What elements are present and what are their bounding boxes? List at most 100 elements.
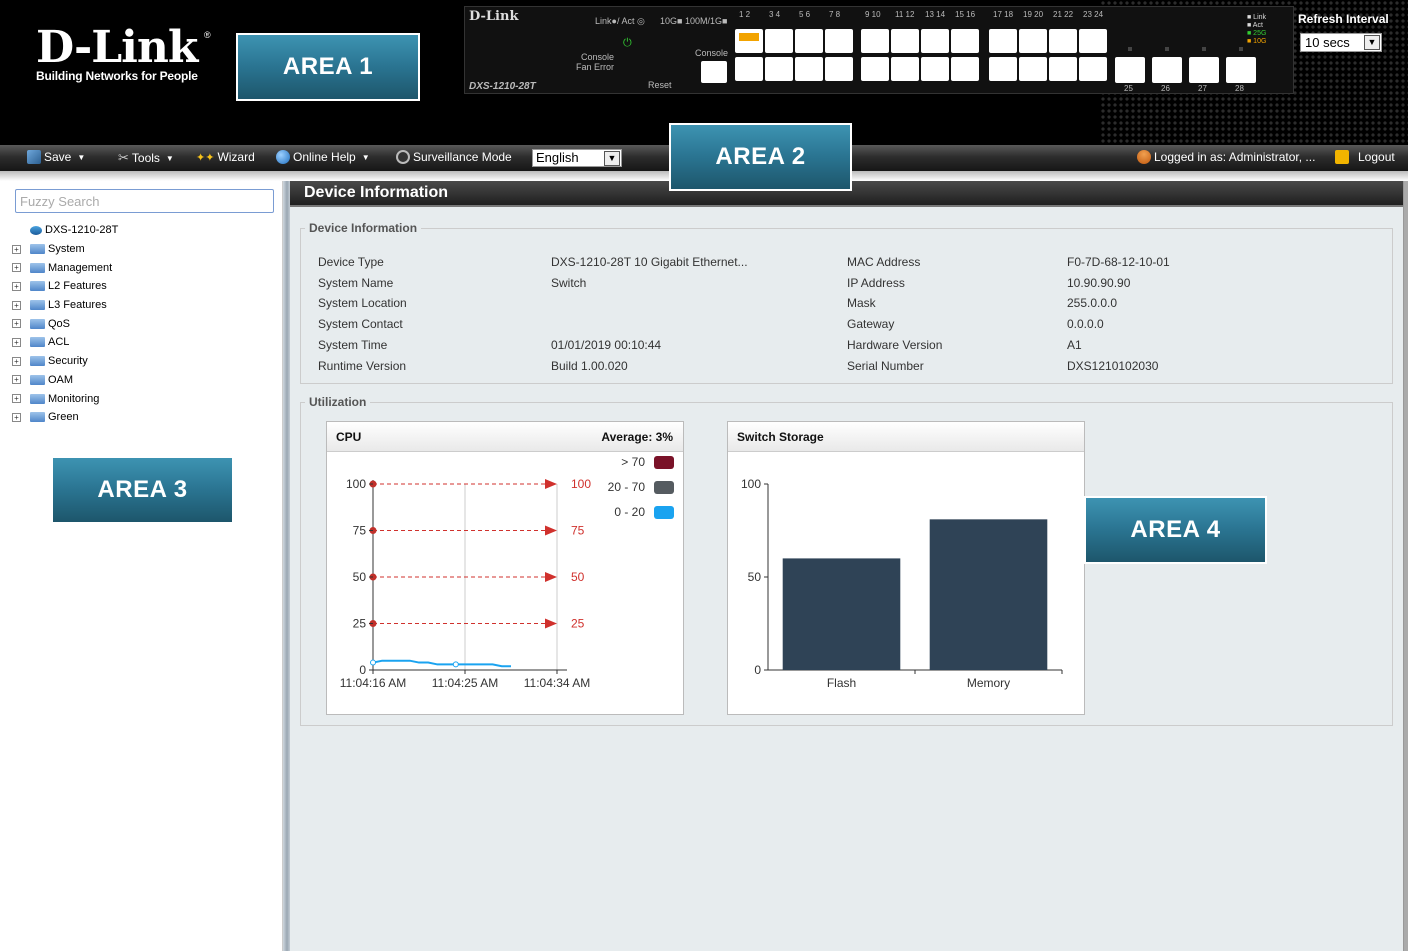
port-11[interactable] xyxy=(891,29,919,53)
sidebar-item-l2-features[interactable]: + L2 Features xyxy=(12,277,118,296)
cpu-x-tick-label: 11:04:25 AM xyxy=(432,676,499,690)
expand-icon[interactable]: + xyxy=(12,337,21,347)
port-14[interactable] xyxy=(921,57,949,81)
expand-icon[interactable]: + xyxy=(12,263,21,273)
port-23[interactable] xyxy=(1079,29,1107,53)
port-number: 15 16 xyxy=(955,10,976,19)
sfp-port-27[interactable] xyxy=(1189,57,1219,83)
sfp-number: 27 xyxy=(1198,84,1207,93)
port-16[interactable] xyxy=(951,57,979,81)
expand-icon[interactable]: + xyxy=(12,394,21,404)
chevron-down-icon: ▼ xyxy=(361,152,370,162)
info-label: MAC Address xyxy=(847,255,921,269)
port-2[interactable] xyxy=(735,57,763,81)
port-13[interactable] xyxy=(921,29,949,53)
tools-menu[interactable]: ✂ Tools ▼ xyxy=(118,150,174,166)
expand-icon[interactable]: + xyxy=(12,244,21,254)
sidebar-item-label: L2 Features xyxy=(48,280,107,293)
port-8[interactable] xyxy=(825,57,853,81)
logo-tagline: Building Networks for People xyxy=(36,69,198,83)
cpu-y-tick-label: 25 xyxy=(353,617,367,631)
logout-button[interactable]: Logout xyxy=(1335,150,1395,164)
help-icon xyxy=(276,150,290,164)
port-19[interactable] xyxy=(1019,29,1047,53)
tree-root[interactable]: DXS-1210-28T xyxy=(12,221,118,240)
sidebar-item-qos[interactable]: + QoS xyxy=(12,314,118,333)
cpu-y-tick-label: 100 xyxy=(346,477,366,491)
logout-label: Logout xyxy=(1358,150,1395,164)
sidebar-item-label: OAM xyxy=(48,373,74,386)
cpu-y-tick-label: 50 xyxy=(353,570,367,584)
led-legend-item: ■ 25G xyxy=(1247,30,1267,37)
port-number: 19 20 xyxy=(1023,10,1044,19)
sfp-port-28[interactable] xyxy=(1226,57,1256,83)
info-value: F0-7D-68-12-10-01 xyxy=(1067,255,1170,269)
online-help-menu[interactable]: Online Help ▼ xyxy=(276,150,370,164)
info-value: DXS-1210-28T 10 Gigabit Ethernet... xyxy=(551,255,748,269)
expand-icon[interactable]: + xyxy=(12,412,21,422)
sidebar-item-oam[interactable]: + OAM xyxy=(12,371,118,390)
storage-x-tick-label: Memory xyxy=(967,676,1010,690)
app-root: D-Link ® Building Networks for People D-… xyxy=(0,0,1408,951)
port-7[interactable] xyxy=(825,29,853,53)
language-select[interactable]: English ▼ xyxy=(532,149,622,167)
storage-chart: 0 50 100 Flash Memory xyxy=(741,477,1063,690)
storage-panel: Switch Storage 0 50 100 Flash Memory xyxy=(727,421,1085,715)
info-label: IP Address xyxy=(847,276,905,290)
sidebar-item-label: QoS xyxy=(48,317,71,330)
sidebar-item-monitoring[interactable]: + Monitoring xyxy=(12,389,118,408)
expand-icon[interactable]: + xyxy=(12,300,21,310)
cpu-threshold-label: 50 xyxy=(571,570,585,584)
info-label: System Time xyxy=(318,338,388,352)
expand-icon[interactable]: + xyxy=(12,319,21,329)
port-15[interactable] xyxy=(951,29,979,53)
tree-items: + System + Management + L2 Features + L3 Featur… xyxy=(12,240,118,427)
storage-title: Switch Storage xyxy=(737,430,824,444)
refresh-interval-select[interactable]: 10 secs ▼ xyxy=(1300,33,1382,52)
wizard-button[interactable]: ✦✦ Wizard xyxy=(196,150,255,164)
folder-icon xyxy=(30,244,45,255)
port-number: 3 4 xyxy=(769,10,781,19)
folder-icon xyxy=(30,337,45,348)
port-6[interactable] xyxy=(795,57,823,81)
info-label: Mask xyxy=(847,296,876,310)
expand-icon[interactable]: + xyxy=(12,281,21,291)
port-4[interactable] xyxy=(765,57,793,81)
port-22[interactable] xyxy=(1049,57,1077,81)
surveillance-mode-button[interactable]: Surveillance Mode xyxy=(396,150,512,164)
expand-icon[interactable]: + xyxy=(12,375,21,385)
port-24[interactable] xyxy=(1079,57,1107,81)
port-20[interactable] xyxy=(1019,57,1047,81)
sfp-number: 25 xyxy=(1124,84,1133,93)
sfp-port-26[interactable] xyxy=(1152,57,1182,83)
sidebar-item-management[interactable]: + Management xyxy=(12,258,118,277)
port-3[interactable] xyxy=(765,29,793,53)
port-21[interactable] xyxy=(1049,29,1077,53)
sidebar: Fuzzy Search DXS-1210-28T + System + Manage… xyxy=(8,181,283,951)
port-1[interactable] xyxy=(735,29,763,53)
save-menu[interactable]: Save ▼ xyxy=(27,150,85,164)
language-value: English xyxy=(536,150,579,165)
wizard-label: Wizard xyxy=(217,150,255,164)
cpu-series-point xyxy=(452,661,459,668)
fuzzy-search-input[interactable]: Fuzzy Search xyxy=(15,189,274,213)
cpu-x-tick-label: 11:04:16 AM xyxy=(340,676,407,690)
sidebar-item-system[interactable]: + System xyxy=(12,240,118,259)
console-port[interactable] xyxy=(701,61,727,83)
sidebar-item-security[interactable]: + Security xyxy=(12,352,118,371)
port-9[interactable] xyxy=(861,29,889,53)
port-12[interactable] xyxy=(891,57,919,81)
sfp-led xyxy=(1202,47,1206,51)
cpu-y-tick-label: 75 xyxy=(353,524,367,538)
expand-icon[interactable]: + xyxy=(12,356,21,366)
sidebar-item-l3-features[interactable]: + L3 Features xyxy=(12,296,118,315)
port-5[interactable] xyxy=(795,29,823,53)
port-10[interactable] xyxy=(861,57,889,81)
port-17[interactable] xyxy=(989,29,1017,53)
storage-bar-memory xyxy=(929,519,1048,670)
port-18[interactable] xyxy=(989,57,1017,81)
sfp-port-25[interactable] xyxy=(1115,57,1145,83)
storage-y-tick-label: 50 xyxy=(748,570,762,584)
sidebar-item-green[interactable]: + Green xyxy=(12,408,118,427)
sidebar-item-acl[interactable]: + ACL xyxy=(12,333,118,352)
